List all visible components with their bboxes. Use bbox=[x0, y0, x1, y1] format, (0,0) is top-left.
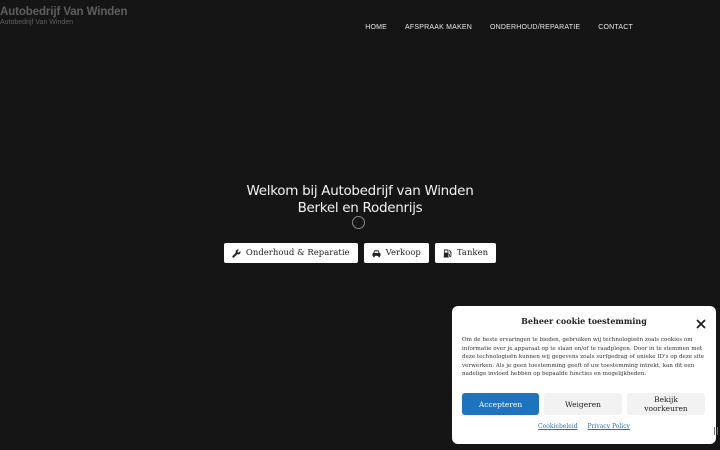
cookie-dialog-title: Beheer cookie toestemming bbox=[521, 316, 647, 326]
nav-onderhoud-reparatie[interactable]: ONDERHOUD/REPARATIE bbox=[481, 23, 589, 32]
cookie-links: Cookiebeleid Privacy Policy bbox=[452, 423, 716, 430]
accept-cookies-button[interactable]: Accepteren bbox=[462, 393, 539, 415]
privacy-policy-link[interactable]: Privacy Policy bbox=[588, 423, 630, 430]
scrollbar-handle[interactable] bbox=[714, 427, 718, 435]
main-nav: HOME AFSPRAAK MAKEN ONDERHOUD/REPARATIE … bbox=[356, 23, 642, 32]
cookie-dialog-text: Om de beste ervaringen te bieden, gebrui… bbox=[462, 337, 705, 378]
site-tagline: Autobedrijf Van Winden bbox=[0, 19, 74, 26]
hero-heading: Welkom bij Autobedrijf van Winden Berkel… bbox=[0, 183, 720, 217]
nav-home[interactable]: HOME bbox=[356, 23, 396, 32]
hero-buttons: Onderhoud & Reparatie Verkoop Tanken bbox=[0, 243, 720, 263]
site-title[interactable]: Autobedrijf Van Winden bbox=[0, 5, 127, 19]
loading-spinner-icon bbox=[352, 216, 365, 229]
onderhoud-reparatie-button[interactable]: Onderhoud & Reparatie bbox=[223, 243, 358, 263]
onderhoud-reparatie-label: Onderhoud & Reparatie bbox=[245, 248, 350, 258]
cookie-actions: Accepteren Weigeren Bekijk voorkeuren bbox=[462, 393, 705, 415]
close-icon[interactable] bbox=[696, 314, 706, 329]
nav-afspraak-maken[interactable]: AFSPRAAK MAKEN bbox=[396, 23, 481, 32]
tanken-button[interactable]: Tanken bbox=[434, 243, 497, 263]
verkoop-button[interactable]: Verkoop bbox=[363, 243, 429, 263]
gas-pump-icon bbox=[443, 248, 452, 258]
site-brand[interactable]: Autobedrijf Van Winden Autobedrijf Van W… bbox=[0, 5, 127, 27]
cookie-consent-dialog: Beheer cookie toestemming Om de beste er… bbox=[452, 306, 716, 444]
hero-location: Berkel en Rodenrijs bbox=[297, 200, 423, 216]
view-preferences-button[interactable]: Bekijk voorkeuren bbox=[627, 393, 705, 415]
deny-cookies-button[interactable]: Weigeren bbox=[544, 393, 622, 415]
wrench-icon bbox=[232, 249, 241, 258]
car-icon bbox=[372, 249, 381, 258]
cookiebeleid-link[interactable]: Cookiebeleid bbox=[538, 423, 578, 430]
verkoop-label: Verkoop bbox=[385, 248, 421, 258]
nav-contact[interactable]: CONTACT bbox=[589, 23, 642, 32]
hero-title: Welkom bij Autobedrijf van Winden bbox=[246, 183, 474, 199]
tanken-label: Tanken bbox=[456, 248, 489, 258]
